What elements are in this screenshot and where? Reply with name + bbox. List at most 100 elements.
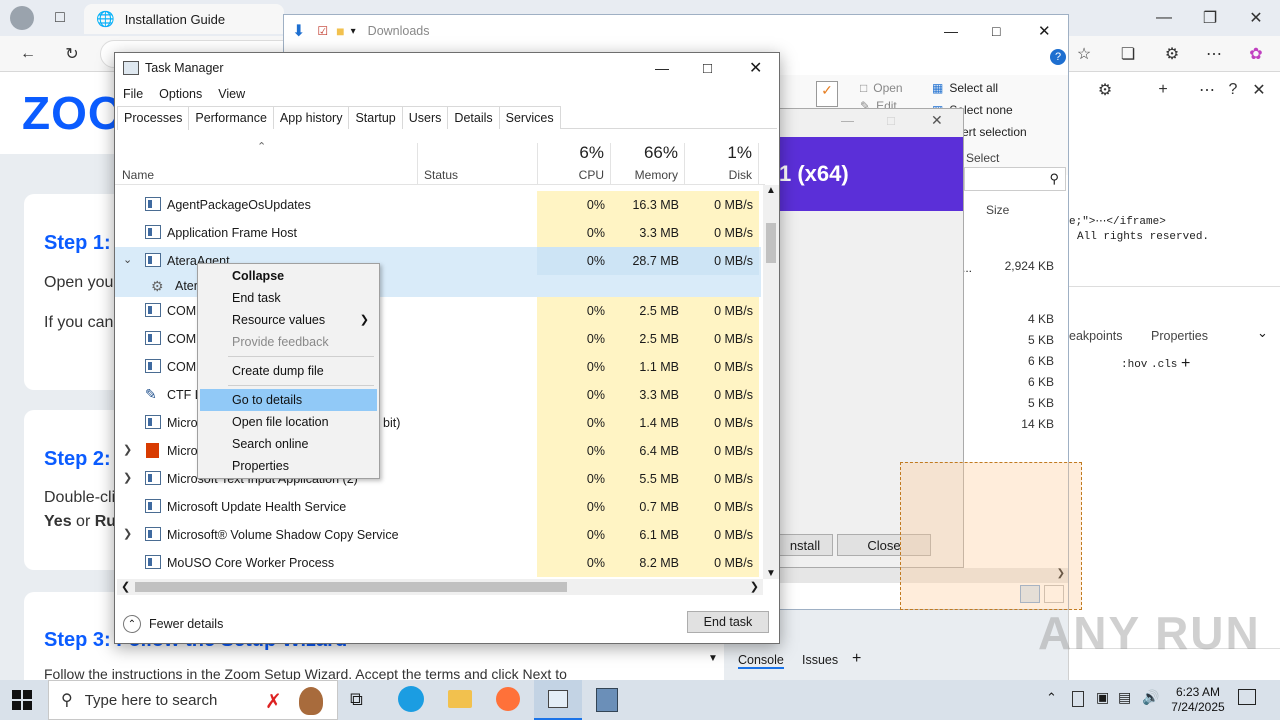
menu-view[interactable]: View — [210, 87, 253, 101]
tab-performance[interactable]: Performance — [188, 106, 274, 129]
properties-big-icon[interactable]: ✓ — [816, 81, 838, 107]
drawer-chevron-icon[interactable]: ▼ — [708, 653, 718, 664]
back-icon[interactable]: ← — [14, 40, 42, 68]
copilot-icon[interactable]: ✿ — [1242, 40, 1270, 68]
tm-close-icon[interactable]: ✕ — [749, 58, 762, 78]
tray-chevron-icon[interactable]: ⌃ — [1046, 690, 1057, 706]
fewer-details-icon[interactable]: ⌃ — [123, 615, 141, 633]
menu-item-resource-values[interactable]: Resource values ❯ — [200, 309, 377, 331]
ribbon-help-icon[interactable]: ? — [1050, 49, 1066, 65]
tab-processes[interactable]: Processes — [117, 106, 190, 130]
add-drawer-tab-icon[interactable]: + — [852, 650, 861, 668]
expand-chevron-icon[interactable]: ❯ — [123, 443, 132, 456]
menu-item-open-file-location[interactable]: Open file location — [200, 411, 377, 433]
tab-console[interactable]: Console — [738, 653, 784, 669]
expand-chevron-icon[interactable]: ❯ — [123, 527, 132, 540]
expand-chevron-icon[interactable]: ❯ — [123, 471, 132, 484]
tab-app-history[interactable]: App history — [272, 106, 350, 129]
col-memory[interactable]: 66% Memory — [611, 143, 685, 185]
favorites-icon[interactable]: ☆ — [1070, 40, 1098, 68]
dom-code-line-1[interactable]: e;">⋯</iframe> — [1069, 214, 1166, 228]
tab-properties[interactable]: Properties — [1151, 329, 1208, 343]
devtools-more-icon[interactable]: ⋯ — [1193, 76, 1221, 104]
menu-item-collapse[interactable]: Collapse — [200, 265, 377, 287]
menu-item-end-task[interactable]: End task — [200, 287, 377, 309]
chevron-down-icon[interactable]: ⌄ — [1257, 325, 1268, 341]
horizontal-scrollbar[interactable]: ❮ ❯ — [117, 579, 763, 595]
search-field[interactable]: ⚲ — [964, 167, 1066, 191]
hov-toggle[interactable]: :hov — [1121, 359, 1147, 371]
size-column-header[interactable]: Size — [986, 203, 1009, 217]
close-icon[interactable]: ✕ — [1242, 4, 1270, 32]
end-task-button[interactable]: End task — [687, 611, 769, 633]
install-button[interactable]: nstall — [777, 534, 833, 556]
browser-tab-installation-guide[interactable]: 🌐 Installation Guide — [84, 4, 284, 34]
tab-issues[interactable]: Issues — [802, 653, 838, 667]
add-tab-icon[interactable]: + — [1149, 76, 1177, 104]
taskbar-search[interactable]: ⚲ Type here to search ✗ — [48, 680, 338, 720]
process-row[interactable]: ❯ Microsoft® Volume Shadow Copy Service … — [115, 521, 761, 549]
process-row[interactable]: MoUSO Core Worker Process 0% 8.2 MB 0 MB… — [115, 549, 761, 577]
col-status[interactable]: Status — [418, 143, 538, 185]
tm-minimize-icon[interactable]: — — [655, 60, 669, 76]
qa-dropdown-icon[interactable]: ▾ — [351, 26, 356, 37]
file-explorer-taskbar-icon[interactable] — [448, 690, 472, 708]
scroll-left-icon[interactable]: ❮ — [121, 580, 130, 593]
help-icon[interactable]: ? — [1219, 76, 1247, 104]
collapse-chevron-icon[interactable]: ⌄ — [123, 253, 132, 266]
installer-minimize-icon[interactable]: — — [841, 113, 854, 128]
notifications-icon[interactable] — [1238, 689, 1256, 705]
refresh-icon[interactable]: ↻ — [58, 40, 86, 68]
profile-avatar[interactable] — [10, 6, 34, 30]
col-name[interactable]: Name — [115, 143, 418, 185]
menu-item-go-to-details[interactable]: Go to details — [200, 389, 377, 411]
explorer-close-icon[interactable]: ✕ — [1038, 22, 1051, 40]
vertical-scrollbar[interactable]: ▲ ▼ — [763, 185, 779, 579]
process-row[interactable]: Microsoft Update Health Service 0% 0.7 M… — [115, 493, 761, 521]
start-button[interactable] — [12, 690, 32, 710]
scroll-up-icon[interactable]: ▲ — [766, 185, 776, 196]
tray-defender-icon[interactable]: ▣ — [1096, 689, 1109, 706]
cls-toggle[interactable]: .cls — [1151, 359, 1177, 371]
scroll-down-icon[interactable]: ▼ — [766, 568, 776, 579]
installer-taskbar-icon[interactable] — [596, 688, 618, 712]
process-row[interactable]: Application Frame Host 0% 3.3 MB 0 MB/s — [115, 219, 761, 247]
more-icon[interactable]: ⋯ — [1200, 40, 1228, 68]
workspaces-icon[interactable]: □ — [46, 4, 74, 32]
explorer-maximize-icon[interactable]: □ — [992, 23, 1000, 39]
open-button[interactable]: □ Open — [860, 77, 903, 99]
fewer-details-link[interactable]: Fewer details — [149, 617, 223, 631]
invert-selection-button[interactable]: vert selection — [956, 121, 1027, 143]
devtools-close-icon[interactable]: ✕ — [1245, 76, 1273, 104]
clock[interactable]: 6:23 AM 7/24/2025 — [1162, 685, 1234, 715]
menu-file[interactable]: File — [115, 87, 151, 101]
installer-close-icon[interactable]: ✕ — [931, 112, 943, 129]
tray-app-icon[interactable] — [1072, 691, 1084, 707]
col-cpu[interactable]: 6% CPU — [537, 143, 611, 185]
menu-item-properties[interactable]: Properties — [200, 455, 377, 477]
tab-services[interactable]: Services — [498, 106, 561, 129]
dom-code-line-2[interactable]: All rights reserved. — [1077, 231, 1209, 243]
vertical-scroll-thumb[interactable] — [766, 223, 776, 263]
installer-maximize-icon[interactable]: □ — [887, 113, 895, 128]
network-icon[interactable]: ▤ — [1118, 689, 1131, 706]
scroll-right-icon[interactable]: ❯ — [750, 580, 759, 593]
collections-icon[interactable]: ❏ — [1114, 40, 1142, 68]
horizontal-scroll-thumb[interactable] — [135, 582, 567, 592]
select-all-button[interactable]: ▦ Select all — [932, 77, 998, 99]
properties-qa-icon[interactable]: ☑ — [317, 24, 328, 38]
tab-breakpoints[interactable]: eakpoints — [1069, 329, 1123, 343]
settings-icon[interactable]: ⚙ — [1091, 76, 1119, 104]
new-rule-icon[interactable]: + — [1181, 355, 1190, 373]
explorer-minimize-icon[interactable]: — — [944, 23, 958, 39]
col-disk[interactable]: 1% Disk — [685, 143, 759, 185]
tm-maximize-icon[interactable]: □ — [703, 60, 712, 77]
firefox-taskbar-icon[interactable] — [496, 687, 520, 711]
tab-details[interactable]: Details — [447, 106, 500, 129]
menu-item-create-dump[interactable]: Create dump file — [200, 360, 377, 382]
edge-taskbar-icon[interactable] — [398, 686, 424, 712]
minimize-icon[interactable]: — — [1150, 4, 1178, 32]
menu-item-search-online[interactable]: Search online — [200, 433, 377, 455]
extensions-icon[interactable]: ⚙ — [1158, 40, 1186, 68]
tab-startup[interactable]: Startup — [348, 106, 403, 129]
